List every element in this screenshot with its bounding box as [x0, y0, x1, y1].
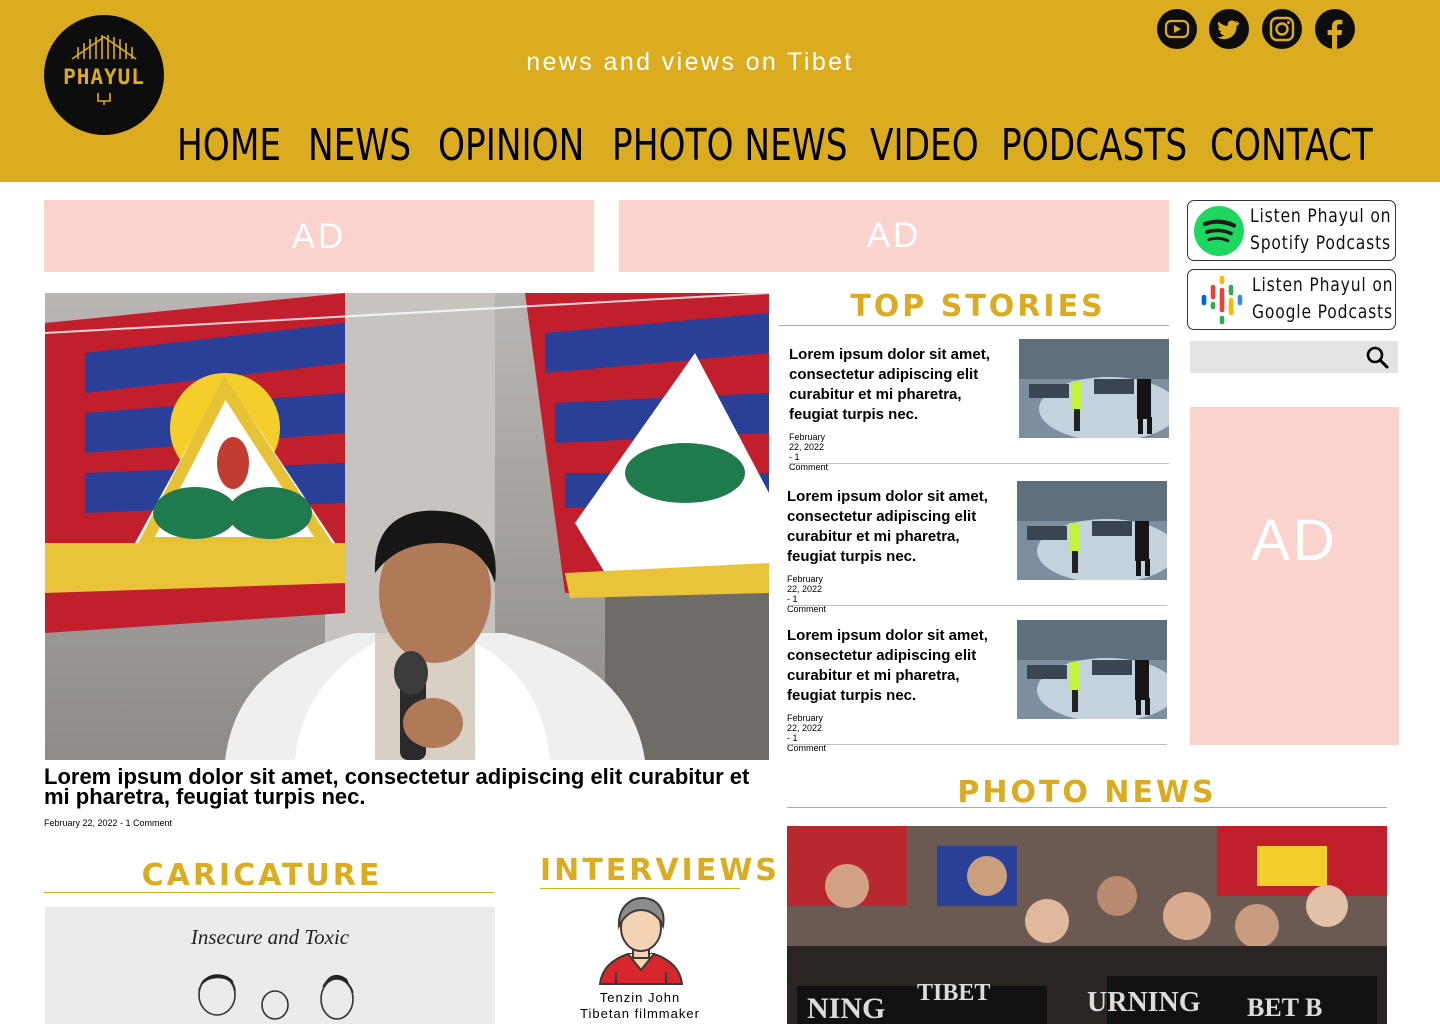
spotify-label: Listen Phayul on Spotify Podcasts [1250, 203, 1392, 257]
google-podcasts-icon [1201, 275, 1243, 325]
story-title[interactable]: Lorem ipsum dolor sit amet, consectetur … [787, 487, 1009, 567]
twitter-icon [1217, 20, 1239, 40]
hero-image[interactable] [45, 293, 769, 760]
tagline: news and views on Tibet [526, 48, 854, 76]
interviews-heading: INTERVIEWS [540, 853, 780, 888]
svg-text:NING: NING [807, 992, 885, 1024]
interviewee-name: Tenzin John [599, 990, 681, 1005]
caricature-image[interactable]: Insecure and Toxic [45, 907, 495, 1024]
photo-news-underline [787, 807, 1387, 808]
story-divider [787, 605, 1167, 606]
photo-news-heading: PHOTO NEWS [957, 775, 1217, 810]
youtube-link[interactable] [1157, 9, 1197, 49]
google-label: Listen Phayul on Google Podcasts [1252, 272, 1394, 326]
nav-news[interactable]: NEWS [308, 120, 411, 172]
spotify-label-line2: Spotify Podcasts [1250, 232, 1391, 254]
interviews-underline [540, 888, 740, 889]
ad-banner-top-left[interactable]: AD [44, 200, 594, 272]
hero-meta: February 22, 2022 - 1 Comment [44, 818, 173, 828]
nav-photo-news[interactable]: PHOTO NEWS [612, 120, 847, 172]
interviewee-info[interactable]: Tenzin John Tibetan filmmaker [540, 990, 740, 1022]
youtube-icon [1164, 19, 1190, 39]
search-icon[interactable] [1365, 345, 1389, 369]
story-photo [1017, 481, 1167, 580]
svg-text:URNING: URNING [1087, 987, 1201, 1018]
spotify-label-line1: Listen Phayul on [1250, 205, 1392, 227]
spotify-icon [1194, 206, 1244, 256]
facebook-icon [1327, 19, 1343, 49]
story-meta: February 22, 2022 - 1 Comment [787, 574, 827, 614]
search-input[interactable] [1190, 341, 1360, 373]
hero-photo [45, 293, 769, 760]
interviewee-role: Tibetan filmmaker [580, 1006, 700, 1021]
interviewee-avatar-icon[interactable] [596, 894, 686, 986]
story-thumbnail[interactable] [1017, 481, 1167, 580]
phayul-logo[interactable]: PHAYUL [44, 15, 164, 135]
search-box [1190, 341, 1398, 373]
instagram-link[interactable] [1262, 9, 1302, 49]
story-divider [789, 463, 1169, 464]
story-title[interactable]: Lorem ipsum dolor sit amet, consectetur … [787, 626, 1009, 706]
top-stories-underline [779, 325, 1169, 326]
story-photo [1019, 339, 1169, 438]
story-meta: February 22, 2022 - 1 Comment [789, 432, 829, 472]
nav-podcasts[interactable]: PODCASTS [1001, 120, 1187, 172]
story-photo [1017, 620, 1167, 719]
site-header: PHAYUL news and views on Tibet HOME NEWS… [0, 0, 1440, 182]
nav-contact[interactable]: CONTACT [1210, 120, 1373, 172]
nav-home[interactable]: HOME [177, 120, 281, 172]
photo-news-image[interactable]: NING TIBET URNING BET B [787, 826, 1387, 1024]
spotify-podcast-button[interactable]: Listen Phayul on Spotify Podcasts [1187, 200, 1396, 261]
nav-video[interactable]: VIDEO [870, 120, 979, 172]
page: PHAYUL news and views on Tibet HOME NEWS… [0, 0, 1440, 1024]
photo-news-photo: NING TIBET URNING BET B [787, 826, 1387, 1024]
hero-headline[interactable]: Lorem ipsum dolor sit amet, consectetur … [44, 766, 774, 808]
instagram-icon [1269, 16, 1295, 42]
logo-text: PHAYUL [63, 65, 145, 89]
svg-text:TIBET: TIBET [917, 980, 990, 1006]
caricature-drawing [198, 974, 354, 1020]
google-label-line2: Google Podcasts [1252, 301, 1393, 323]
story-divider [787, 744, 1167, 745]
svg-text:BET B: BET B [1247, 993, 1322, 1022]
caricature-heading: CARICATURE [141, 858, 383, 893]
facebook-link[interactable] [1315, 9, 1355, 49]
story-thumbnail[interactable] [1017, 620, 1167, 719]
story-title[interactable]: Lorem ipsum dolor sit amet, consectetur … [789, 345, 1011, 425]
ad-sidebar[interactable]: AD [1190, 407, 1399, 745]
google-label-line1: Listen Phayul on [1252, 274, 1394, 296]
caricature-underline [44, 892, 494, 893]
twitter-link[interactable] [1209, 9, 1249, 49]
google-podcast-button[interactable]: Listen Phayul on Google Podcasts [1187, 269, 1396, 330]
story-thumbnail[interactable] [1019, 339, 1169, 438]
story-meta: February 22, 2022 - 1 Comment [787, 713, 827, 753]
nav-opinion[interactable]: OPINION [438, 120, 584, 172]
top-stories-heading: TOP STORIES [850, 289, 1106, 324]
ad-banner-top-right[interactable]: AD [619, 200, 1169, 272]
